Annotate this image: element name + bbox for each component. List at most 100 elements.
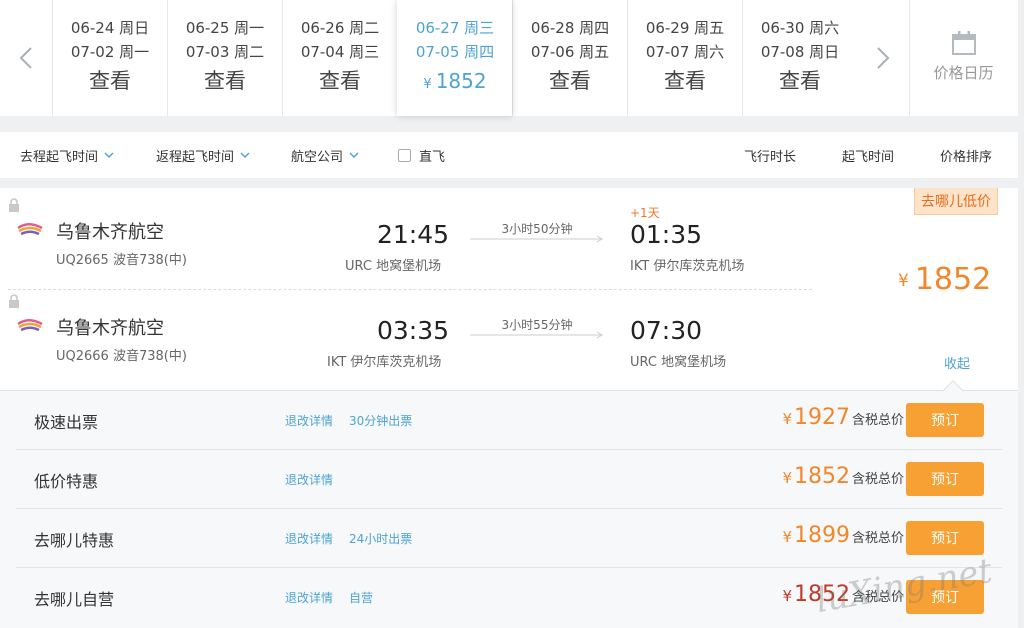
flight-card: 去哪儿低价 乌鲁木齐航空 UQ2665 波音738(中) 21:45 URC 地… [0,188,1018,390]
outbound-date: 06-28 周四 [530,19,610,37]
date-option[interactable]: 06-24 周日 07-02 周一 查看 [52,0,167,116]
view-label: 查看 [779,69,821,93]
flight-number[interactable]: UQ2665 波音738(中) [56,249,187,268]
chevron-left-icon [19,47,32,69]
refund-details-link[interactable]: 退改详情 [285,530,333,547]
date-bar: 06-24 周日 07-02 周一 查看 06-25 周一 07-03 周二 查… [0,0,1018,116]
airline-filter-label: 航空公司 [291,149,344,165]
sort-departure[interactable]: 起飞时间 [842,146,894,165]
return-date: 07-02 周一 [70,43,150,61]
return-date: 07-03 周二 [185,43,265,61]
currency-symbol: ¥ [423,77,432,92]
airline-name: 乌鲁木齐航空 [56,318,164,339]
tax-included-label: 含税总价 [851,472,904,487]
view-label: 查看 [319,69,361,93]
option-name: 低价特惠 [34,472,99,491]
ticketing-speed-tag: 30分钟出票 [349,414,413,428]
outbound-date: 06-27 周三 [415,19,495,37]
tax-included-label: 含税总价 [851,413,904,428]
arrival-airport: IKT 伊尔库茨克机场 [630,259,745,274]
arrival-airport: URC 地窝堡机场 [630,355,727,370]
chevron-down-icon [240,152,250,158]
departure-time: 21:45 [377,220,450,249]
view-label: 查看 [549,69,591,93]
lock-icon [9,198,19,212]
refund-details-link[interactable]: 退改详情 [285,471,333,488]
refund-details-link[interactable]: 退改详情 [285,589,333,606]
chevron-right-icon [877,47,890,69]
outbound-time-filter[interactable]: 去程起飞时间 [20,146,114,165]
price-options: 极速出票 退改详情 30分钟出票 ¥1927 含税总价 预订 低价特惠 退改详情 … [0,390,1018,628]
return-time-filter[interactable]: 返程起飞时间 [156,146,250,165]
self-operated-tag: 自营 [349,591,374,605]
lock-icon [9,294,19,308]
book-button[interactable]: 预订 [906,580,984,614]
currency-symbol: ¥ [782,410,792,428]
currency-symbol: ¥ [782,469,792,487]
collapse-link[interactable]: 收起 [944,353,970,372]
flight-arrow-icon [470,235,603,243]
price-calendar-label: 价格日历 [933,64,994,82]
outbound-date: 06-25 周一 [185,19,265,37]
price-option-row: 去哪儿特惠 退改详情 24小时出票 ¥1899 含税总价 预订 [16,509,1002,568]
price-option-row: 极速出票 退改详情 30分钟出票 ¥1927 含税总价 预订 [16,391,1002,450]
option-price: ¥1852 含税总价 [782,582,904,607]
tax-included-label: 含税总价 [851,531,904,546]
flight-arrow-icon [470,331,603,339]
option-name: 去哪儿特惠 [34,531,115,550]
departure-time: 03:35 [377,316,450,345]
direct-label: 直飞 [419,149,446,165]
low-price-badge: 去哪儿低价 [914,188,998,215]
airline-filter[interactable]: 航空公司 [291,146,359,165]
direct-checkbox[interactable] [398,148,411,162]
outbound-date: 06-29 周五 [645,19,725,37]
direct-filter[interactable]: 直飞 [398,146,445,165]
outbound-date: 06-24 周日 [70,19,150,37]
date-option[interactable]: 06-28 周四 07-06 周五 查看 [512,0,627,116]
chevron-down-icon [349,152,359,158]
tax-included-label: 含税总价 [851,590,904,605]
arrival-time: 07:30 [630,316,703,345]
outbound-date: 06-26 周二 [300,19,380,37]
departure-airport: URC 地窝堡机场 [345,259,442,274]
book-button[interactable]: 预订 [906,403,984,437]
leg-divider [8,289,812,290]
view-label: 查看 [204,69,246,93]
calendar-icon [951,31,976,55]
chevron-down-icon [104,152,114,158]
date-price-value: 1852 [435,69,487,93]
sort-duration[interactable]: 飞行时长 [744,146,796,165]
price-option-row: 低价特惠 退改详情 ¥1852 含税总价 预订 [16,450,1002,509]
airline-name: 乌鲁木齐航空 [56,222,164,243]
flight-price: ¥1852 [898,262,991,297]
price-calendar-button[interactable]: 价格日历 [909,0,1017,116]
date-price: ¥1852 [423,64,486,102]
book-button[interactable]: 预订 [906,521,984,555]
option-price-value: 1927 [793,405,850,430]
next-dates-button[interactable] [857,0,909,116]
option-price-value: 1852 [793,582,850,607]
option-price: ¥1852 含税总价 [782,464,904,489]
date-option[interactable]: 06-30 周六 07-08 周日 查看 [742,0,857,116]
date-option[interactable]: 06-29 周五 07-07 周六 查看 [627,0,742,116]
currency-symbol: ¥ [782,528,792,546]
book-button[interactable]: 预订 [906,462,984,496]
return-date: 07-07 周六 [645,43,725,61]
prev-dates-button[interactable] [0,0,52,116]
sort-price[interactable]: 价格排序 [940,146,992,165]
currency-symbol: ¥ [782,587,792,605]
date-option[interactable]: 06-26 周二 07-04 周三 查看 [282,0,397,116]
price-option-row: 去哪儿自营 退改详情 自营 ¥1852 含税总价 预订 [16,568,1002,627]
return-date: 07-08 周日 [760,43,840,61]
refund-details-link[interactable]: 退改详情 [285,412,333,429]
outbound-date: 06-30 周六 [760,19,840,37]
currency-symbol: ¥ [898,270,909,291]
ticketing-speed-tag: 24小时出票 [349,532,413,546]
flight-number[interactable]: UQ2666 波音738(中) [56,345,187,364]
filter-bar: 去程起飞时间 返程起飞时间 航空公司 直飞 飞行时长 起飞时间 价格排序 [0,132,1018,178]
option-price-value: 1899 [793,523,850,548]
date-option[interactable]: 06-25 周一 07-03 周二 查看 [167,0,282,116]
date-option-selected[interactable]: 06-27 周三 07-05 周四 ¥1852 [397,0,512,116]
departure-airport: IKT 伊尔库茨克机场 [327,355,442,370]
view-label: 查看 [664,69,706,93]
